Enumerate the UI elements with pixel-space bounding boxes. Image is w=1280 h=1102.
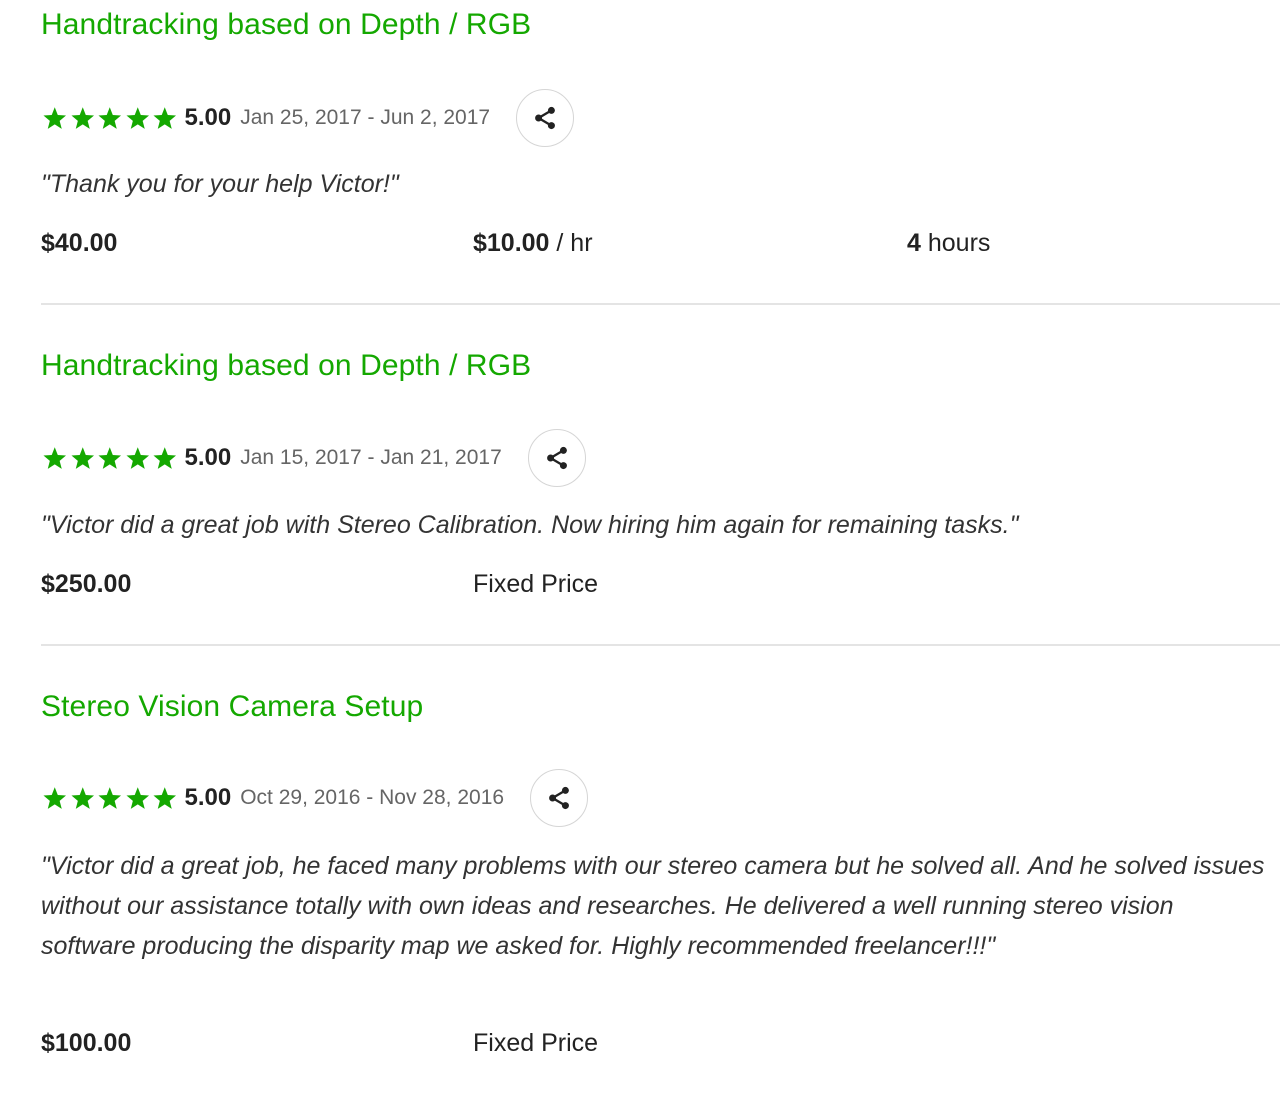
star-icon <box>98 787 122 809</box>
hours-worked-unit: hours <box>920 229 991 257</box>
amount-earned-value: $40.00 <box>41 229 118 257</box>
share-icon <box>531 104 559 132</box>
share-button[interactable] <box>530 769 589 827</box>
star-icon <box>98 107 122 129</box>
hours-worked-value: 4 <box>907 229 921 257</box>
star-icon <box>43 107 67 129</box>
star-icon <box>125 107 149 129</box>
divider <box>41 644 1280 646</box>
star-icon <box>153 787 177 809</box>
job-title[interactable]: Stereo Vision Camera Setup <box>41 684 423 730</box>
rating-row: 5.00 Oct 29, 2016 - Nov 28, 2016 <box>41 768 589 828</box>
job-dates: Jan 25, 2017 - Jun 2, 2017 <box>240 106 491 129</box>
star-icon <box>98 447 122 469</box>
client-feedback: "Thank you for your help Victor!" <box>41 170 399 198</box>
share-button[interactable] <box>516 89 575 147</box>
star-icon <box>125 447 149 469</box>
share-icon <box>545 784 573 812</box>
star-icon <box>43 447 67 469</box>
amount-earned-value: $250.00 <box>41 570 132 598</box>
job-title[interactable]: Handtracking based on Depth / RGB <box>41 2 531 48</box>
client-feedback: "Victor did a great job, he faced many p… <box>41 852 1265 960</box>
star-icon <box>43 787 67 809</box>
star-rating <box>41 106 179 130</box>
rating-score: 5.00 <box>184 784 232 811</box>
hourly-rate-value: $10.00 <box>473 229 550 257</box>
rating-row: 5.00 Jan 15, 2017 - Jan 21, 2017 <box>41 428 586 488</box>
amount-earned: $40.00 <box>41 223 117 263</box>
star-icon <box>125 787 149 809</box>
job-stats: $40.00 $10.00 / hr 4 hours <box>41 223 1273 263</box>
hourly-rate: $10.00 / hr <box>473 223 593 263</box>
star-icon <box>70 447 94 469</box>
price-type: Fixed Price <box>473 570 599 598</box>
price-type: Fixed Price <box>473 1029 599 1057</box>
job-dates: Oct 29, 2016 - Nov 28, 2016 <box>240 786 505 809</box>
job-stats: $250.00 Fixed Price <box>41 564 1273 604</box>
star-icon <box>153 107 177 129</box>
hours-worked: 4 hours <box>907 223 990 263</box>
share-button[interactable] <box>527 429 586 487</box>
rating-score: 5.00 <box>184 104 232 131</box>
star-rating <box>41 446 179 470</box>
divider <box>41 303 1280 305</box>
rating-score: 5.00 <box>184 444 232 471</box>
star-rating <box>41 786 179 810</box>
job-dates: Jan 15, 2017 - Jan 21, 2017 <box>240 446 502 469</box>
client-feedback: "Victor did a great job with Stereo Cali… <box>41 511 1019 539</box>
amount-earned: $250.00 <box>41 564 131 604</box>
work-history-list: Handtracking based on Depth / RGB 5.00 J… <box>0 0 1280 1102</box>
amount-earned: $100.00 <box>41 1023 131 1063</box>
star-icon <box>70 107 94 129</box>
share-icon <box>543 444 571 472</box>
job-stats: $100.00 Fixed Price <box>41 1023 1273 1063</box>
job-title[interactable]: Handtracking based on Depth / RGB <box>41 343 531 389</box>
amount-earned-value: $100.00 <box>41 1029 132 1057</box>
star-icon <box>70 787 94 809</box>
rating-row: 5.00 Jan 25, 2017 - Jun 2, 2017 <box>41 88 575 148</box>
hourly-rate-unit: / hr <box>549 229 593 257</box>
star-icon <box>153 447 177 469</box>
